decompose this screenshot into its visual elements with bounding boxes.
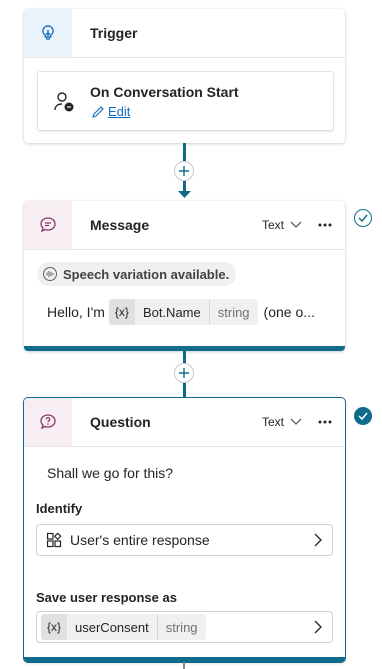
entity-icon — [46, 532, 62, 548]
trigger-card[interactable]: Trigger On Conversation Start Edit — [24, 9, 345, 143]
trigger-header: Trigger — [24, 9, 345, 58]
variable-type: string — [217, 304, 250, 320]
trigger-item[interactable]: On Conversation Start Edit — [37, 71, 334, 131]
identify-select[interactable]: User's entire response — [36, 524, 333, 556]
question-bubble-icon — [24, 398, 72, 446]
speech-badge-text: Speech variation available. — [63, 266, 230, 282]
variable-chip[interactable]: {x} Bot.Name string — [108, 299, 258, 325]
variable-token: {x} — [41, 614, 68, 640]
edit-link[interactable]: Edit — [91, 104, 130, 119]
add-node-button[interactable] — [174, 363, 194, 383]
add-node-button[interactable] — [174, 161, 194, 181]
more-icon — [318, 223, 332, 227]
question-title: Question — [90, 414, 151, 430]
message-type-dropdown[interactable]: Text — [262, 201, 302, 249]
save-response-label: Save user response as — [36, 590, 177, 605]
message-card[interactable]: Message Text Speech variation available.… — [24, 201, 345, 351]
message-status-check-icon — [354, 209, 372, 227]
variable-chip[interactable]: {x} userConsent string — [41, 614, 206, 640]
trigger-title: Trigger — [90, 25, 138, 41]
question-status-check-icon — [354, 407, 372, 425]
speech-icon — [43, 267, 57, 281]
conversation-user-icon — [52, 90, 76, 114]
message-bubble-icon — [24, 201, 72, 249]
more-options-button[interactable] — [313, 201, 337, 249]
plus-icon — [179, 368, 189, 378]
chevron-right-icon — [314, 620, 322, 634]
trigger-item-title: On Conversation Start — [90, 84, 239, 100]
chevron-right-icon — [314, 533, 322, 547]
trigger-icon — [24, 9, 72, 57]
message-text-prefix: Hello, I'm — [47, 304, 105, 320]
pencil-icon — [92, 105, 104, 118]
variable-name: Bot.Name — [135, 299, 210, 325]
connector-line — [183, 662, 185, 669]
message-title: Message — [90, 217, 150, 233]
more-options-button[interactable] — [313, 398, 337, 446]
question-card[interactable]: Question Text Shall we go for this? Iden… — [24, 398, 345, 662]
question-type-dropdown[interactable]: Text — [262, 398, 302, 446]
speech-variation-badge[interactable]: Speech variation available. — [37, 262, 237, 286]
variable-type: string — [165, 619, 198, 635]
variable-token: {x} — [108, 299, 135, 325]
identify-label: Identify — [36, 501, 83, 516]
plus-icon — [179, 166, 189, 176]
message-header: Message Text — [24, 201, 345, 250]
save-variable-select[interactable]: {x} userConsent string — [36, 611, 333, 643]
message-text-suffix: (one o... — [263, 304, 315, 320]
arrow-down-icon — [178, 191, 191, 198]
variable-name: userConsent — [67, 614, 158, 640]
chevron-down-icon — [290, 418, 302, 425]
question-type-label: Text — [262, 415, 285, 429]
message-body[interactable]: Hello, I'm {x} Bot.Name string (one o... — [47, 297, 335, 327]
more-icon — [318, 420, 332, 424]
message-type-label: Text — [262, 218, 285, 232]
question-header: Question Text — [24, 398, 345, 447]
chevron-down-icon — [290, 221, 302, 228]
question-prompt[interactable]: Shall we go for this? — [47, 465, 173, 481]
edit-label: Edit — [108, 104, 131, 119]
identify-value: User's entire response — [70, 532, 210, 548]
